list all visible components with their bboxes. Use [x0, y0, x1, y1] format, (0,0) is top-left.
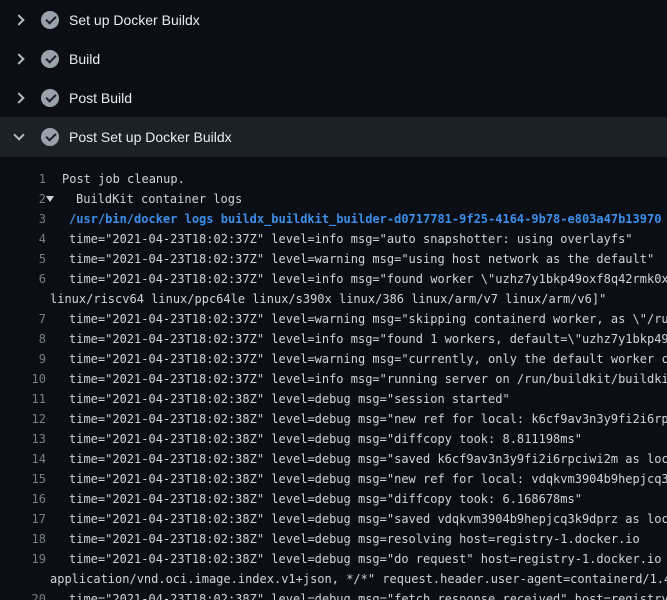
log-line-number[interactable]: 14	[0, 449, 46, 469]
log-line-text: time="2021-04-23T18:02:37Z" level=info m…	[69, 329, 667, 349]
log-line-number[interactable]: 1	[0, 169, 46, 189]
log-line-text: time="2021-04-23T18:02:38Z" level=debug …	[69, 429, 582, 449]
log-line-text: time="2021-04-23T18:02:38Z" level=debug …	[69, 489, 582, 509]
success-check-icon	[41, 50, 59, 68]
log-line-text: Post job cleanup.	[62, 169, 185, 189]
log-line-text: time="2021-04-23T18:02:38Z" level=debug …	[69, 589, 667, 600]
log-line: application/vnd.oci.image.index.v1+json,…	[0, 569, 667, 589]
log-line-text: time="2021-04-23T18:02:38Z" level=debug …	[69, 389, 510, 409]
log-line-text: time="2021-04-23T18:02:38Z" level=debug …	[69, 469, 667, 489]
log-line-text: time="2021-04-23T18:02:38Z" level=debug …	[69, 509, 667, 529]
log-line-number[interactable]: 6	[0, 269, 46, 289]
log-line-number[interactable]: 5	[0, 249, 46, 269]
log-line-text: time="2021-04-23T18:02:37Z" level=info m…	[69, 269, 667, 289]
log-line-text: time="2021-04-23T18:02:37Z" level=info m…	[69, 229, 633, 249]
log-line: 14 time="2021-04-23T18:02:38Z" level=deb…	[0, 449, 667, 469]
step-label: Build	[69, 51, 100, 67]
log-line-text: time="2021-04-23T18:02:38Z" level=debug …	[69, 549, 667, 569]
log-line-number[interactable]: 4	[0, 229, 46, 249]
log-line-text: time="2021-04-23T18:02:37Z" level=warnin…	[69, 349, 667, 369]
log-line-number[interactable]: 7	[0, 309, 46, 329]
log-line: 17 time="2021-04-23T18:02:38Z" level=deb…	[0, 509, 667, 529]
log-line-number[interactable]: 2	[0, 189, 46, 209]
chevron-icon	[13, 14, 24, 25]
log-line-number[interactable]: 15	[0, 469, 46, 489]
log-line-text: BuildKit container logs	[76, 189, 242, 209]
success-check-icon	[41, 89, 59, 107]
log-line-text: time="2021-04-23T18:02:37Z" level=warnin…	[69, 249, 654, 269]
log-line: 6 time="2021-04-23T18:02:37Z" level=info…	[0, 269, 667, 289]
log-line: 2 BuildKit container logs	[0, 189, 667, 209]
log-line-text: time="2021-04-23T18:02:38Z" level=debug …	[69, 529, 640, 549]
log-line: 7 time="2021-04-23T18:02:37Z" level=warn…	[0, 309, 667, 329]
log-line-number[interactable]: 12	[0, 409, 46, 429]
log-line: 5 time="2021-04-23T18:02:37Z" level=warn…	[0, 249, 667, 269]
step-row-post-set-up-docker-buildx[interactable]: Post Set up Docker Buildx	[0, 117, 667, 157]
log-line-text: application/vnd.oci.image.index.v1+json,…	[50, 569, 667, 589]
step-row-post-build[interactable]: Post Build	[0, 78, 667, 117]
chevron-icon	[13, 92, 24, 103]
log-line: 16 time="2021-04-23T18:02:38Z" level=deb…	[0, 489, 667, 509]
step-row-build[interactable]: Build	[0, 39, 667, 78]
log-line: 12 time="2021-04-23T18:02:38Z" level=deb…	[0, 409, 667, 429]
log-line: 19 time="2021-04-23T18:02:38Z" level=deb…	[0, 549, 667, 569]
log-line-number[interactable]: 3	[0, 209, 46, 229]
log-line-number[interactable]: 8	[0, 329, 46, 349]
log-line: 15 time="2021-04-23T18:02:38Z" level=deb…	[0, 469, 667, 489]
log-line-text: time="2021-04-23T18:02:37Z" level=info m…	[69, 369, 667, 389]
log-line: 13 time="2021-04-23T18:02:38Z" level=deb…	[0, 429, 667, 449]
log-line-text: time="2021-04-23T18:02:38Z" level=debug …	[69, 409, 667, 429]
log-line: 3 /usr/bin/docker logs buildx_buildkit_b…	[0, 209, 667, 229]
log-line-text: linux/riscv64 linux/ppc64le linux/s390x …	[50, 289, 606, 309]
log-line-text: time="2021-04-23T18:02:37Z" level=warnin…	[69, 309, 667, 329]
log-line: 1 Post job cleanup.	[0, 169, 667, 189]
log-line: 18 time="2021-04-23T18:02:38Z" level=deb…	[0, 529, 667, 549]
log-line: 20 time="2021-04-23T18:02:38Z" level=deb…	[0, 589, 667, 600]
success-check-icon	[41, 11, 59, 29]
step-row-set-up-docker-buildx[interactable]: Set up Docker Buildx	[0, 0, 667, 39]
log-line-text: time="2021-04-23T18:02:38Z" level=debug …	[69, 449, 667, 469]
steps-list: Set up Docker Buildx Build Post Build Po…	[0, 0, 667, 157]
log-line: 10 time="2021-04-23T18:02:37Z" level=inf…	[0, 369, 667, 389]
log-line: linux/riscv64 linux/ppc64le linux/s390x …	[0, 289, 667, 309]
log-line-text: /usr/bin/docker logs buildx_buildkit_bui…	[69, 209, 661, 229]
log-line: 9 time="2021-04-23T18:02:37Z" level=warn…	[0, 349, 667, 369]
log-line-number[interactable]: 18	[0, 529, 46, 549]
log-line-number[interactable]: 9	[0, 349, 46, 369]
log-line-number[interactable]: 13	[0, 429, 46, 449]
log-line-number[interactable]: 20	[0, 589, 46, 600]
log-line-number[interactable]: 11	[0, 389, 46, 409]
group-expander-icon[interactable]	[46, 196, 54, 202]
step-label: Set up Docker Buildx	[69, 12, 200, 28]
log-line: 4 time="2021-04-23T18:02:37Z" level=info…	[0, 229, 667, 249]
log-line-number[interactable]: 19	[0, 549, 46, 569]
chevron-icon	[13, 129, 24, 140]
log-line: 11 time="2021-04-23T18:02:38Z" level=deb…	[0, 389, 667, 409]
log-viewer: 1 Post job cleanup. 2 BuildKit container…	[0, 157, 667, 600]
step-label: Post Set up Docker Buildx	[69, 129, 232, 145]
log-line: 8 time="2021-04-23T18:02:37Z" level=info…	[0, 329, 667, 349]
log-line-number[interactable]: 10	[0, 369, 46, 389]
success-check-icon	[41, 128, 59, 146]
log-line-number[interactable]: 17	[0, 509, 46, 529]
log-line-number[interactable]: 16	[0, 489, 46, 509]
chevron-icon	[13, 53, 24, 64]
step-label: Post Build	[69, 90, 132, 106]
